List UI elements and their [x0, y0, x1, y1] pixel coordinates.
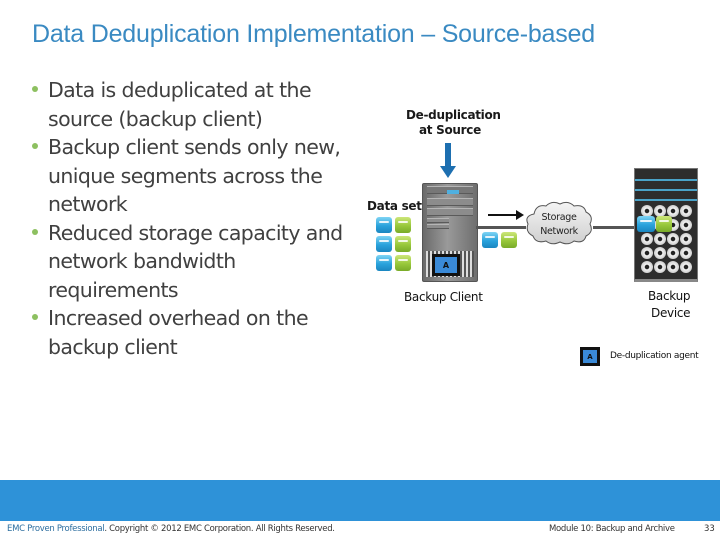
blue-data-cube-icon [376, 236, 392, 252]
tape-reel-icon [667, 233, 679, 245]
bullet-list: Data is deduplicated at the source (back… [30, 76, 360, 361]
tape-reel-icon [680, 219, 692, 231]
tape-reel-icon [667, 247, 679, 259]
dataset-label: Data set [367, 199, 422, 213]
network-device-link [593, 226, 635, 229]
footer-copyright: EMC Proven Professional. Copyright © 201… [7, 524, 335, 534]
tape-reel-icon [680, 205, 692, 217]
bullet-dot-icon [32, 143, 38, 149]
stored-green-cube-icon [656, 216, 672, 232]
bullet-item: Increased overhead on the backup client [30, 304, 360, 361]
tape-reel-icon [680, 233, 692, 245]
blue-data-cube-icon [482, 232, 498, 248]
green-data-cube-icon [395, 236, 411, 252]
backup-device-label-line2: Device [651, 306, 691, 320]
green-data-cube-icon [395, 217, 411, 233]
down-arrow-head-icon [440, 166, 456, 178]
tape-reel-icon [641, 247, 653, 259]
legend-label: De-duplication agent [610, 351, 699, 361]
footer-module: Module 10: Backup and Archive [549, 524, 675, 534]
tape-reel-icon [680, 247, 692, 259]
legend-agent-icon: A [580, 347, 600, 366]
green-data-cube-icon [501, 232, 517, 248]
backup-client-label: Backup Client [404, 290, 483, 304]
right-arrow-head-icon [516, 210, 524, 220]
bullet-item: Data is deduplicated at the source (back… [30, 76, 360, 133]
tape-reel-icon [641, 233, 653, 245]
right-arrow-icon [488, 214, 518, 216]
tape-reel-icon [654, 233, 666, 245]
stored-blue-cube-icon [637, 216, 655, 232]
dedup-label-line1: De-duplication [406, 108, 501, 122]
tape-reel-icon [667, 261, 679, 273]
bullet-dot-icon [32, 314, 38, 320]
bullet-dot-icon [32, 228, 38, 235]
green-data-cube-icon [395, 255, 411, 271]
client-network-link [476, 226, 526, 229]
footer-brand: EMC Proven Professional [7, 524, 105, 534]
footer-bar [0, 480, 720, 521]
bullet-item: Reduced storage capacity and network ban… [30, 219, 360, 305]
slide-title: Data Deduplication Implementation – Sour… [32, 20, 595, 48]
tape-reel-icon [641, 261, 653, 273]
blue-data-cube-icon [376, 255, 392, 271]
tape-reel-icon [654, 261, 666, 273]
storage-network-label: Storage Network [540, 212, 578, 237]
backup-device-label-line1: Backup [648, 289, 691, 303]
tape-reel-icon [654, 247, 666, 259]
dedup-label-line2: at Source [419, 123, 481, 137]
bullet-dot-icon [32, 86, 38, 92]
dedup-agent-icon: A [432, 254, 460, 276]
page-number: 33 [704, 524, 715, 534]
tape-reel-icon [680, 261, 692, 273]
blue-data-cube-icon [376, 217, 392, 233]
bullet-item: Backup client sends only new, unique seg… [30, 133, 360, 219]
